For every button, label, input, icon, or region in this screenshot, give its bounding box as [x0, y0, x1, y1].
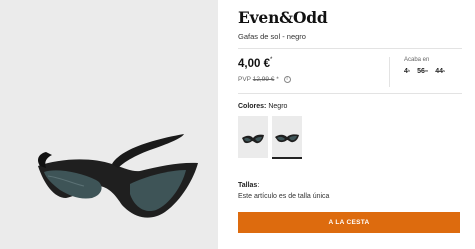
color-swatch-1[interactable]: [238, 116, 268, 158]
countdown-label: Acaba en: [404, 57, 430, 63]
sizes-colon: :: [257, 182, 260, 189]
product-image: [0, 0, 218, 249]
swatch-sunglasses-icon: [275, 134, 299, 143]
swatch-selected-indicator: [272, 157, 302, 159]
countdown-seconds-unit: s: [442, 68, 445, 73]
brand-name[interactable]: Even&Odd: [238, 8, 328, 27]
sizes-label: Tallas:: [238, 182, 259, 189]
countdown-divider: [389, 57, 390, 87]
product-subtitle: Gafas de sol - negro: [238, 32, 306, 41]
price-box: 4,00 €* PVP 12,99 € * i Acaba en 4h 56m …: [238, 48, 462, 94]
sunglasses-illustration: [38, 134, 198, 218]
swatch-sunglasses-icon: [242, 134, 264, 144]
current-price: 4,00 €*: [238, 57, 273, 70]
countdown-minutes-unit: m: [424, 68, 429, 73]
countdown-seconds: 44: [435, 68, 443, 75]
price-marker: *: [269, 57, 273, 63]
sizes-label-key: Tallas: [238, 182, 258, 189]
countdown-timer: 4h 56m 44s: [404, 68, 450, 75]
pvp-line: PVP 12,99 € * i: [238, 76, 291, 83]
pvp-prefix: PVP: [238, 76, 251, 84]
colors-label-key: Colores:: [238, 103, 267, 110]
countdown-minutes: 56: [417, 68, 425, 75]
pvp-old-price: 12,99 €: [252, 76, 275, 84]
info-icon[interactable]: i: [283, 76, 291, 83]
size-note: Este artículo es de talla única: [238, 193, 330, 200]
colors-selected: Negro: [268, 103, 288, 110]
countdown-hours-unit: h: [407, 68, 411, 73]
colors-label: Colores: Negro: [238, 103, 287, 110]
add-to-cart-button[interactable]: A LA CESTA: [238, 212, 460, 233]
pvp-marker: *: [276, 76, 279, 84]
price-value: 4,00 €: [238, 58, 270, 70]
color-swatch-2-selected[interactable]: [272, 116, 302, 158]
product-details: Even&Odd Gafas de sol - negro 4,00 €* PV…: [238, 0, 462, 249]
